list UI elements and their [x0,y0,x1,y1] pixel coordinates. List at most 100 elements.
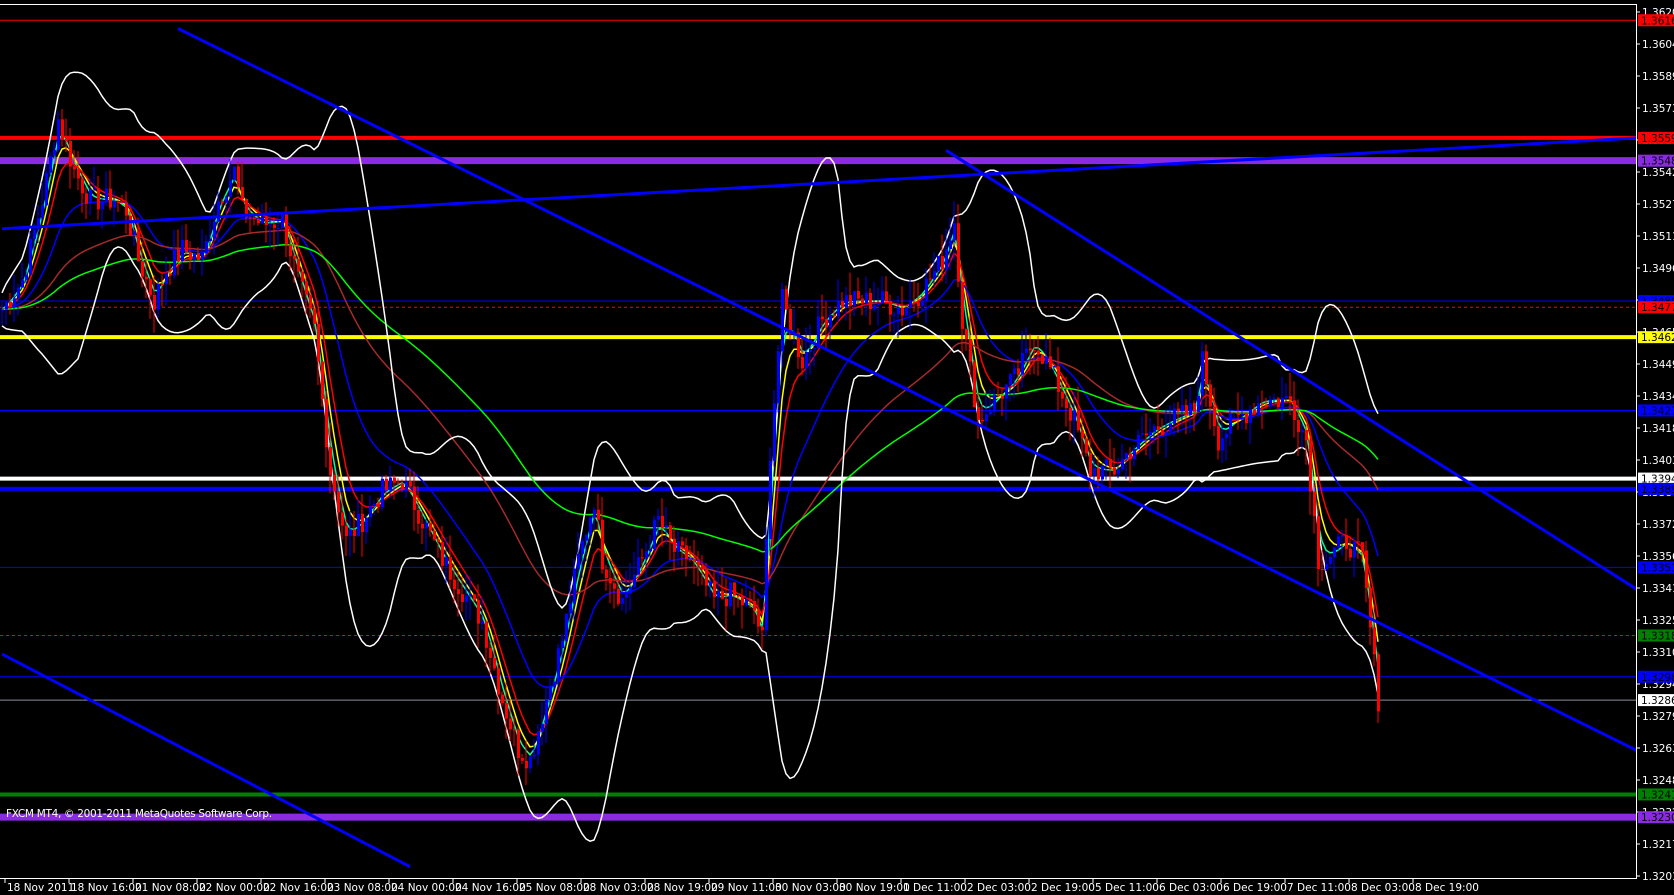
candle-body [553,681,556,687]
price-tick-label: 1.35270 [1642,199,1674,211]
candle-body [1373,627,1376,655]
candle-body [937,256,940,271]
candle-body [825,319,828,328]
candle-body [645,551,648,559]
candle-body [353,529,356,536]
candle-body [249,217,252,219]
candle-body [289,244,292,257]
candle-body [561,640,564,649]
candle-body [961,281,964,329]
candle-body [361,513,364,533]
time-tick-label: 8 Dec 03:00 [1351,882,1415,894]
candle-body [1329,557,1332,564]
level-label: 1.32300 [1641,812,1674,824]
candle-body [689,559,692,561]
candle-body [1237,412,1240,415]
candle-body [1041,354,1044,364]
ema-line-5 [1,146,1379,748]
price-chart[interactable]: 1.362001.360451.358901.357351.355801.354… [0,0,1674,895]
candle-body [61,119,64,139]
candle-body [205,240,208,254]
candle-body [81,178,84,194]
candle-body [25,274,28,281]
candle-body [1221,438,1224,451]
level-label: 1.32980 [1641,672,1674,684]
candle-body [217,201,220,222]
candle-body [637,557,640,575]
candle-body [1025,348,1028,353]
time-axis-labels: 18 Nov 201118 Nov 16:0021 Nov 08:0022 No… [4,878,1479,894]
trendlines [1,27,1636,869]
candle-body [725,598,728,607]
candle-body [653,519,656,549]
price-tick-label: 1.36045 [1642,39,1674,51]
candle-body [737,595,740,597]
candle-body [1113,467,1116,475]
price-tick-label: 1.34495 [1642,359,1674,371]
candle-body [541,724,544,732]
candle-body [281,214,284,228]
candle-body [1085,438,1088,453]
candle-body [237,166,240,187]
candle-body [521,758,524,761]
candle-body [357,513,360,536]
candle-body [489,647,492,658]
candle-body [285,214,288,245]
candle-body [253,217,256,219]
candle-body [453,579,456,590]
candle-body [717,590,720,598]
candle-body [1293,400,1296,421]
candle-body [69,140,72,167]
candle-body [121,202,124,204]
price-tick-label: 1.32790 [1642,711,1674,723]
trendline [1,136,1636,231]
candle-body [977,407,980,420]
candle-body [33,229,36,239]
candle-body [713,581,716,598]
candle-body [577,553,580,569]
candle-body [705,569,708,586]
candle-body [85,193,88,204]
copyright-text: FXCM MT4, © 2001-2011 MetaQuotes Softwar… [6,808,272,820]
candle-body [9,302,12,308]
candle-body [1073,410,1076,421]
level-label: 1.33510 [1641,562,1674,574]
candle-body [153,294,156,310]
level-label: 1.34270 [1641,405,1674,417]
candle-body [785,288,788,310]
candle-body [117,201,120,203]
candle-body [845,295,848,308]
candle-body [1101,465,1104,480]
candle-body [909,301,912,308]
candle-body [641,557,644,559]
candle-body [1193,403,1196,412]
candle-body [1209,384,1212,407]
time-tick-label: 22 Nov 16:00 [263,882,334,894]
candle-body [381,478,384,507]
candle-body [625,593,628,598]
candle-body [1261,403,1264,405]
candle-body [1285,396,1288,398]
candle-body [901,308,904,316]
candle-body [97,188,100,210]
candle-body [1281,397,1284,408]
candle-body [469,594,472,596]
candle-body [629,586,632,594]
candle-body [817,316,820,348]
time-tick-label: 24 Nov 16:00 [455,882,526,894]
candle-body [1353,541,1356,558]
candle-body [29,238,32,275]
price-tick-label: 1.33565 [1642,551,1674,563]
candle-body [1185,405,1188,416]
price-tick-label: 1.34185 [1642,423,1674,435]
candle-body [5,302,8,310]
candle-body [65,138,68,141]
candle-body [673,538,676,552]
candle-body [1053,366,1056,368]
candle-body [1013,368,1016,375]
candle-body [405,481,408,490]
candle-body [1017,368,1020,375]
candle-body [665,525,668,528]
candle-body [853,290,856,306]
candle-body [273,224,276,229]
